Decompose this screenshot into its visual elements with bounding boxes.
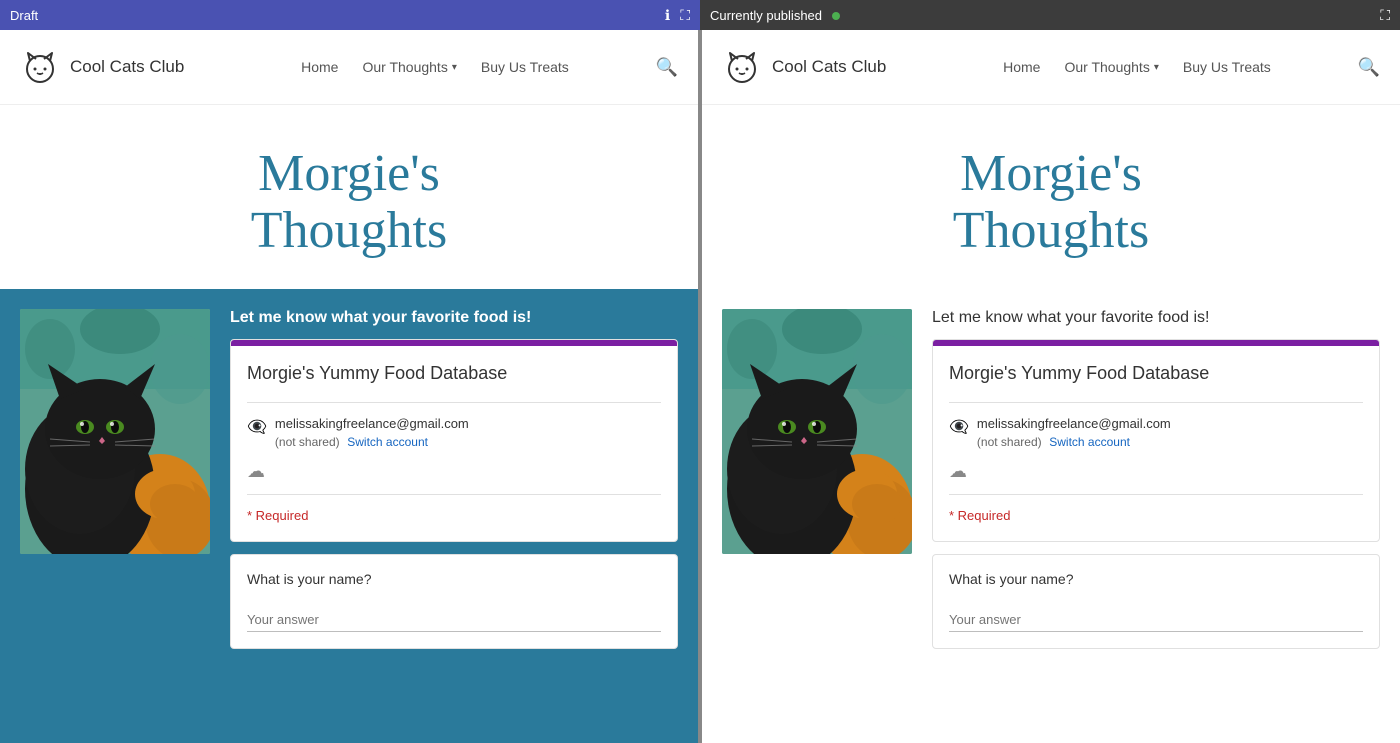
switch-account-link-right[interactable]: Switch account xyxy=(1049,435,1130,449)
hero-title-right: Morgie's Thoughts xyxy=(722,145,1380,259)
logo-text-right: Cool Cats Club xyxy=(772,57,886,77)
hero-title-left: Morgie's Thoughts xyxy=(20,145,678,259)
nav-bar-left: Cool Cats Club Home Our Thoughts ▾ Buy U… xyxy=(0,30,698,105)
cat-photo-right xyxy=(722,309,912,554)
required-text-left: * Required xyxy=(247,508,308,523)
form-label-left: Let me know what your favorite food is! xyxy=(230,309,678,327)
form-card-title-right: Morgie's Yummy Food Database xyxy=(949,362,1363,385)
published-top-bar: Currently published ⛶ xyxy=(700,0,1400,30)
published-panel: Cool Cats Club Home Our Thoughts ▾ Buy U… xyxy=(702,30,1400,743)
cat-logo-icon-left xyxy=(20,47,60,87)
eye-off-icon-right: 👁‍🗨 xyxy=(949,417,969,437)
expand-icon-right[interactable]: ⛶ xyxy=(1380,7,1390,24)
search-icon-right[interactable]: 🔍 xyxy=(1358,57,1380,78)
required-text-right: * Required xyxy=(949,508,1010,523)
form-card-right: Morgie's Yummy Food Database 👁‍🗨 melissa… xyxy=(932,339,1380,542)
nav-home-right[interactable]: Home xyxy=(1003,59,1040,75)
published-dot xyxy=(832,12,840,20)
eye-off-icon-left: 👁‍🗨 xyxy=(247,417,267,437)
form-card-left: Morgie's Yummy Food Database 👁‍🗨 melissa… xyxy=(230,339,678,542)
nav-treats-right[interactable]: Buy Us Treats xyxy=(1183,59,1271,75)
logo-right: Cool Cats Club xyxy=(722,47,886,87)
cat-image-right xyxy=(722,309,912,554)
account-text-left: melissakingfreelance@gmail.com (not shar… xyxy=(275,415,469,451)
cat-image-left xyxy=(20,309,210,554)
question-card-left: What is your name? xyxy=(230,554,678,649)
cloud-icon-left: ☁ xyxy=(247,461,661,482)
draft-panel: Cool Cats Club Home Our Thoughts ▾ Buy U… xyxy=(0,30,698,743)
nav-thoughts-right[interactable]: Our Thoughts ▾ xyxy=(1064,59,1158,75)
form-label-right: Let me know what your favorite food is! xyxy=(932,309,1380,327)
cat-photo-left xyxy=(20,309,210,554)
question-title-left: What is your name? xyxy=(247,571,661,587)
logo-text-left: Cool Cats Club xyxy=(70,57,184,77)
question-card-right: What is your name? xyxy=(932,554,1380,649)
answer-input-right[interactable] xyxy=(949,612,1363,632)
expand-icon-left[interactable]: ⛶ xyxy=(680,7,690,24)
answer-input-left[interactable] xyxy=(247,612,661,632)
draft-label: Draft xyxy=(10,8,38,23)
form-card-title-left: Morgie's Yummy Food Database xyxy=(247,362,661,385)
hero-right: Morgie's Thoughts xyxy=(702,105,1400,289)
account-row-right: 👁‍🗨 melissakingfreelance@gmail.com (not … xyxy=(949,415,1363,451)
nav-thoughts-left[interactable]: Our Thoughts ▾ xyxy=(362,59,456,75)
chevron-down-icon-right: ▾ xyxy=(1154,62,1159,73)
chevron-down-icon-left: ▾ xyxy=(452,62,457,73)
nav-treats-left[interactable]: Buy Us Treats xyxy=(481,59,569,75)
hero-left: Morgie's Thoughts xyxy=(0,105,698,289)
cat-logo-icon-right xyxy=(722,47,762,87)
nav-bar-right: Cool Cats Club Home Our Thoughts ▾ Buy U… xyxy=(702,30,1400,105)
form-area-right[interactable]: Let me know what your favorite food is! … xyxy=(932,309,1380,743)
account-row-left: 👁‍🗨 melissakingfreelance@gmail.com (not … xyxy=(247,415,661,451)
form-area-left[interactable]: Let me know what your favorite food is! … xyxy=(230,309,678,743)
search-icon-left[interactable]: 🔍 xyxy=(656,57,678,78)
nav-links-left: Home Our Thoughts ▾ Buy Us Treats xyxy=(224,59,645,75)
switch-account-link-left[interactable]: Switch account xyxy=(347,435,428,449)
nav-home-left[interactable]: Home xyxy=(301,59,338,75)
content-section-left: Let me know what your favorite food is! … xyxy=(0,289,698,743)
content-section-right: Let me know what your favorite food is! … xyxy=(702,289,1400,743)
account-text-right: melissakingfreelance@gmail.com (not shar… xyxy=(977,415,1171,451)
cloud-icon-right: ☁ xyxy=(949,461,1363,482)
info-icon[interactable]: ℹ xyxy=(665,7,670,24)
logo-left: Cool Cats Club xyxy=(20,47,184,87)
draft-top-bar: Draft ℹ ⛶ xyxy=(0,0,700,30)
nav-links-right: Home Our Thoughts ▾ Buy Us Treats xyxy=(926,59,1347,75)
question-title-right: What is your name? xyxy=(949,571,1363,587)
published-label: Currently published xyxy=(710,8,840,23)
